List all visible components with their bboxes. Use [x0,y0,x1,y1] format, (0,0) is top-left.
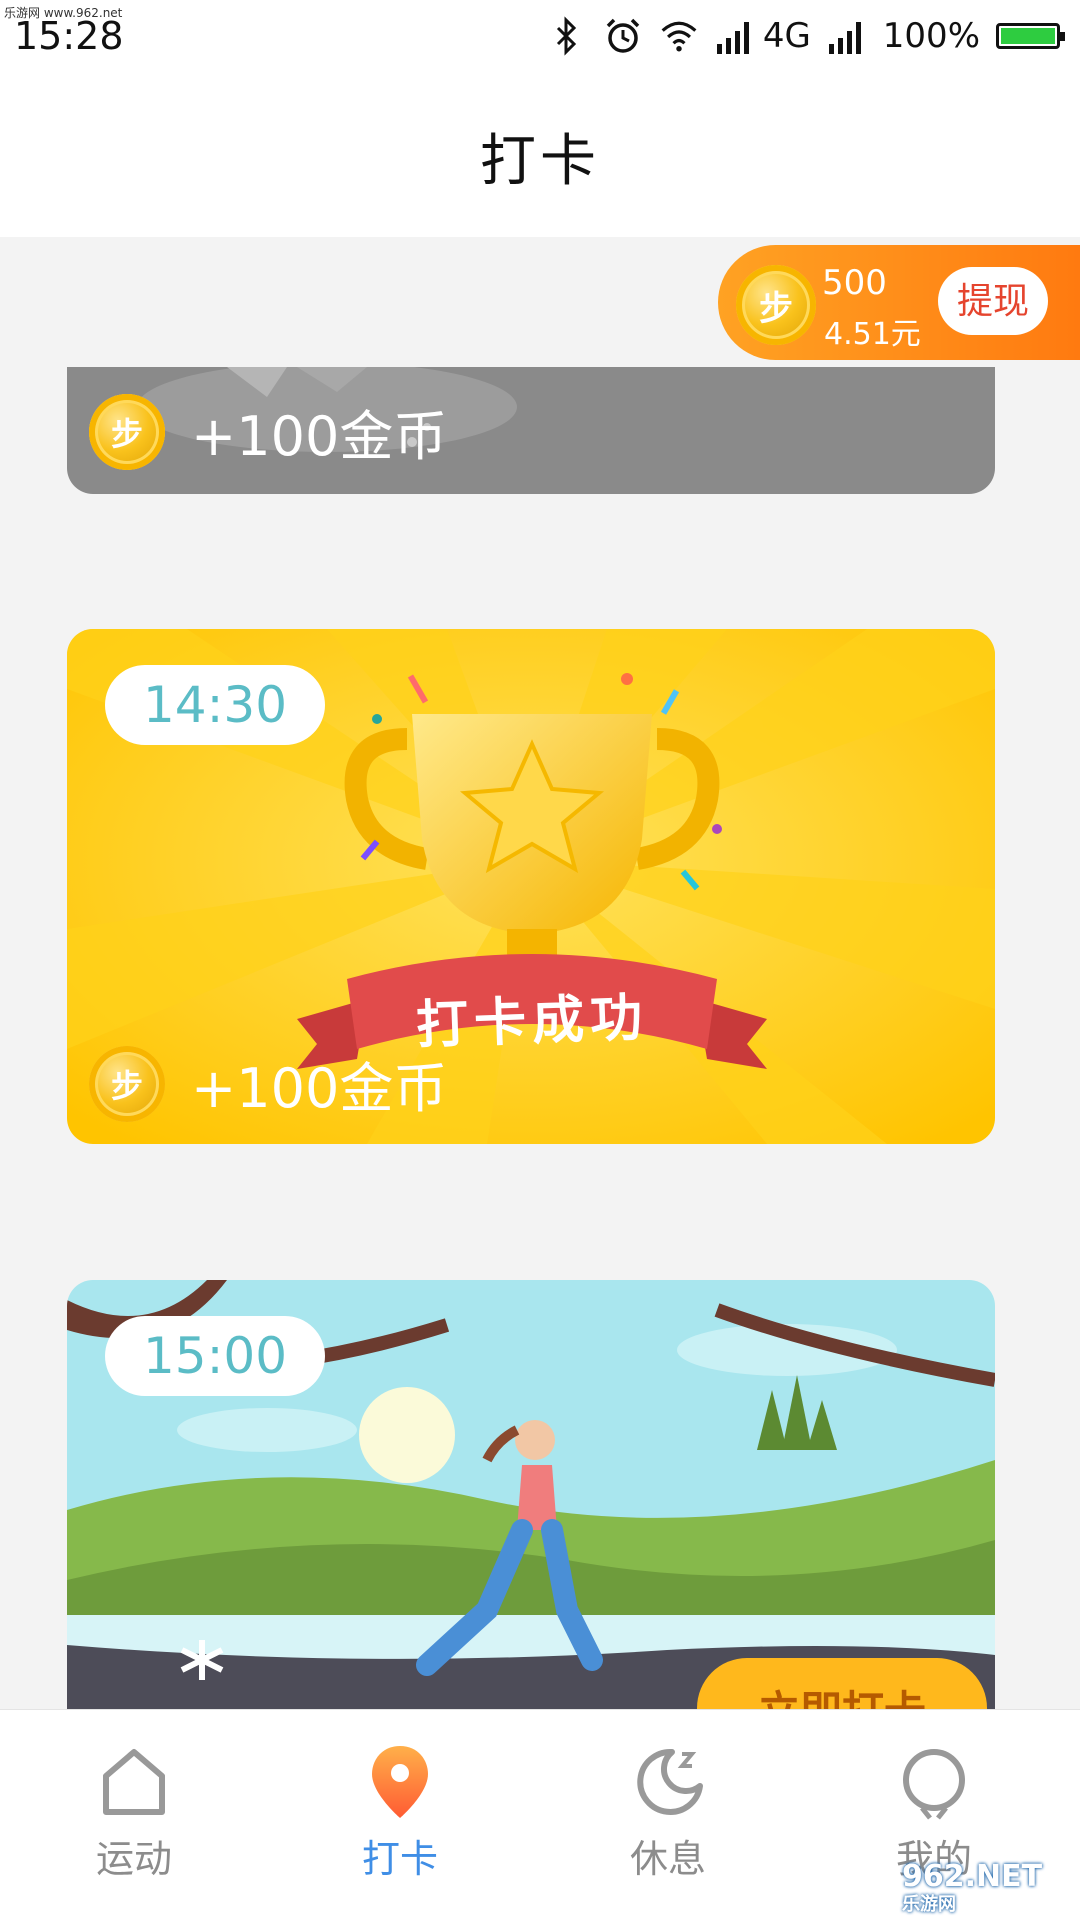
checkin-card-completed[interactable]: 步 +100金币 [67,367,995,494]
alarm-icon [603,16,643,56]
checkin-time: 15:00 [105,1316,325,1396]
status-icons: 4G 100% [547,12,1065,60]
cash-balance: 4.51元 [824,317,921,352]
watermark-logo-text: 962.NET [902,1859,1043,1894]
nav-item-checkin[interactable]: 打卡 [330,1742,470,1883]
checkin-now-button[interactable]: 立即打卡 [697,1658,987,1709]
location-pin-icon [360,1742,440,1822]
checkin-card-upcoming[interactable]: 15:00 立即打卡 [67,1280,995,1709]
status-bar: 乐游网 www.962.net 15:28 4G 100% [0,0,1080,72]
withdraw-button[interactable]: 提现 [938,267,1048,335]
wifi-icon [659,16,699,56]
step-coin-icon: 步 [89,1045,165,1122]
page-title: 打卡 [480,129,600,194]
signal-icon [715,16,755,56]
checkin-time: 14:30 [105,665,325,745]
network-type: 4G [762,16,811,56]
signal-icon-2 [827,16,867,56]
status-time: 15:28 [14,14,124,58]
page-header: 打卡 [0,72,1080,237]
checkin-list[interactable]: 步 500 4.51元 提现 步 +100金币 14:30 打卡成功 步 +10… [0,237,1080,1709]
nav-item-sport[interactable]: 运动 [64,1742,204,1883]
step-coin-icon: 步 [736,265,816,345]
battery-icon [996,23,1065,49]
reward-row: 步 +100金币 [89,392,447,471]
checkin-card-success[interactable]: 14:30 打卡成功 步 +100金币 [67,629,995,1144]
moon-icon [628,1742,708,1822]
battery-percent: 100% [882,16,980,56]
nav-label: 运动 [95,1837,172,1881]
watermark-logo: 962.NET 乐游网 [902,1859,1062,1915]
reward-text: +100金币 [191,405,448,468]
home-icon [94,1742,174,1822]
reward-text: +100金币 [191,1057,448,1120]
bluetooth-icon [547,16,587,56]
nav-label: 休息 [629,1837,706,1881]
balance-pill: 步 500 4.51元 提现 [718,245,1080,360]
step-coin-icon: 步 [89,393,165,470]
nav-label: 打卡 [361,1837,438,1881]
nav-item-rest[interactable]: 休息 [598,1742,738,1883]
reward-row: 步 +100金币 [89,1044,447,1123]
coin-balance: 500 [822,263,887,303]
bottom-nav: 运动 打卡 休息 我的 962.NET 乐游网 [0,1709,1080,1921]
profile-icon [894,1742,974,1822]
